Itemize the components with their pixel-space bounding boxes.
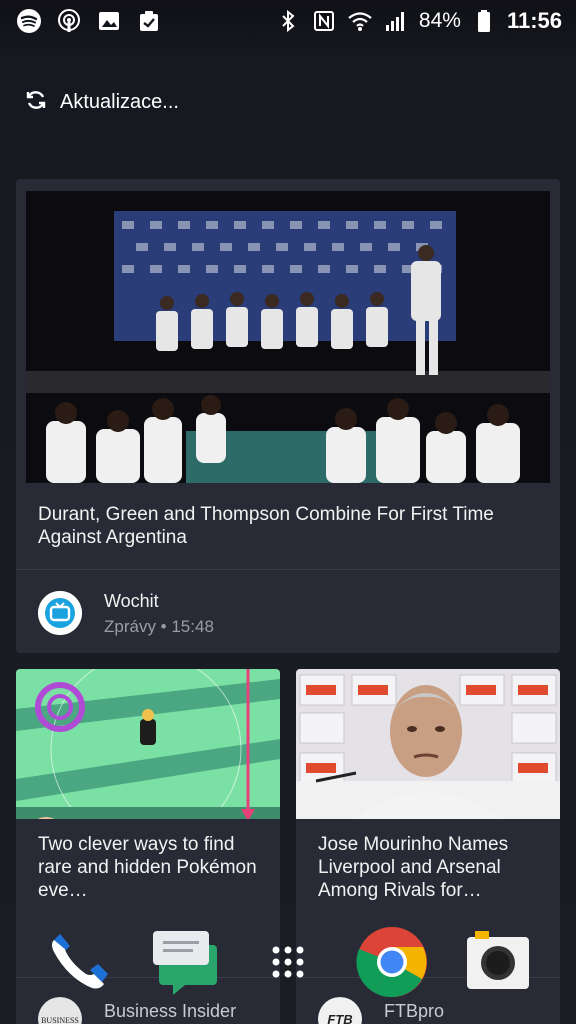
battery-icon bbox=[471, 8, 497, 34]
divider bbox=[16, 569, 560, 570]
image-icon bbox=[96, 8, 122, 34]
wifi-icon bbox=[347, 8, 373, 34]
source-name: Wochit bbox=[104, 591, 159, 611]
news-title[interactable]: Durant, Green and Thompson Combine For F… bbox=[38, 503, 538, 549]
source-meta: Zprávy • 15:48 bbox=[104, 617, 214, 636]
news-title[interactable]: Jose Mourinho Names Liverpool and Arsena… bbox=[318, 833, 548, 902]
refresh-icon bbox=[24, 88, 48, 117]
signal-icon bbox=[383, 8, 409, 34]
news-thumbnail[interactable] bbox=[296, 669, 560, 819]
chrome-icon[interactable] bbox=[354, 924, 430, 1000]
camera-icon[interactable] bbox=[460, 924, 536, 1000]
nfc-icon bbox=[311, 8, 337, 34]
task-icon bbox=[136, 8, 162, 34]
podcast-icon bbox=[56, 8, 82, 34]
spotify-icon bbox=[16, 8, 42, 34]
refresh-indicator: Aktualizace... bbox=[24, 88, 179, 117]
battery-percent: 84% bbox=[418, 9, 461, 32]
wochit-logo bbox=[38, 591, 82, 635]
status-bar: 84% 11:56 bbox=[0, 0, 576, 42]
clock: 11:56 bbox=[506, 8, 562, 33]
home-screen: 84% 11:56 Aktualizace... Durant, Green a… bbox=[0, 0, 576, 1024]
logo-text: BUSINESS bbox=[41, 1016, 79, 1024]
news-title[interactable]: Two clever ways to find rare and hidden … bbox=[38, 833, 268, 902]
news-thumbnail[interactable] bbox=[26, 191, 550, 483]
news-thumbnail[interactable] bbox=[16, 669, 280, 819]
news-card-main[interactable]: Durant, Green and Thompson Combine For F… bbox=[16, 179, 560, 653]
logo-text: FTB bbox=[327, 1012, 352, 1024]
app-dock bbox=[0, 910, 576, 1010]
bluetooth-icon bbox=[275, 8, 301, 34]
app-drawer-icon[interactable] bbox=[250, 924, 326, 1000]
messages-icon[interactable] bbox=[148, 924, 224, 1000]
phone-icon[interactable] bbox=[40, 924, 116, 1000]
refresh-label: Aktualizace... bbox=[60, 91, 179, 113]
